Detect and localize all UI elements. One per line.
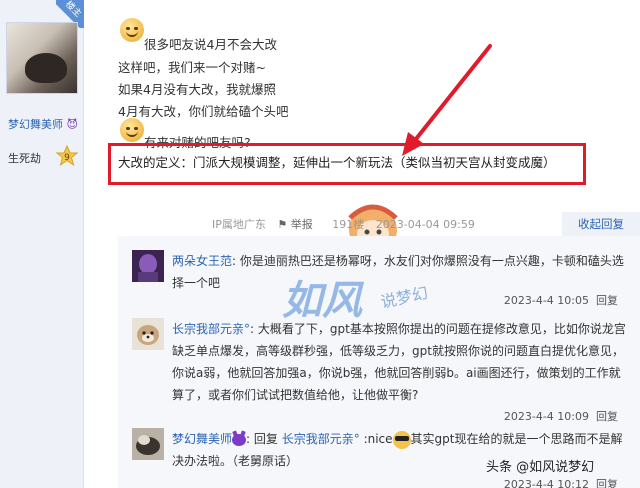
post-datetime: 2023-04-04 09:59 — [375, 218, 475, 231]
reply-meta: 2023-4-4 10:05 回复 — [504, 292, 618, 308]
reply-list: 两朵女王范: 你是迪丽热巴还是杨幂呀，水友们对你爆照没有一点兴趣，卡顿和磕头选择… — [118, 236, 640, 488]
devil-icon — [232, 433, 247, 446]
floor-number: 191楼 — [332, 218, 365, 231]
author-name[interactable]: 梦幻舞美师 — [8, 118, 63, 131]
post-line-3: 如果4月没有大改，我就爆照 — [118, 82, 276, 97]
reply-item: 长宗我部元亲°: 大概看了下，gpt基本按照你提出的问题在提修改意见，比如你说龙… — [132, 318, 632, 428]
reply-text: 你是迪丽热巴还是杨幂呀，水友们对你爆照没有一点兴趣，卡顿和磕头选择一个吧 — [172, 254, 624, 290]
smile-emoji-icon — [120, 18, 144, 42]
reply-author[interactable]: 两朵女王范 — [172, 254, 232, 268]
footer-watermark: 头条 @如风说梦幻 — [486, 460, 595, 475]
reply-button[interactable]: 回复 — [596, 478, 618, 488]
author-avatar[interactable] — [6, 22, 78, 94]
report-label[interactable]: 举报 — [291, 218, 313, 231]
reply-button[interactable]: 回复 — [596, 410, 618, 423]
reply-time: 2023-4-4 10:12 — [503, 478, 589, 488]
reply-avatar[interactable] — [132, 250, 164, 282]
collapse-replies-button[interactable]: 收起回复 — [562, 212, 640, 236]
level-star-icon: 9 — [56, 145, 78, 167]
reply-author[interactable]: 梦幻舞美师 — [172, 432, 232, 446]
author-panel: 楼主 梦幻舞美师 😈 生死劫 9 — [0, 0, 84, 488]
sunglasses-emoji-icon — [392, 430, 411, 449]
report-link[interactable]: ⚑ 举报 — [277, 218, 320, 231]
reply-time: 2023-4-4 10:05 — [503, 294, 589, 307]
reply-time: 2023-4-4 10:09 — [503, 410, 589, 423]
smile-emoji-icon — [120, 118, 144, 142]
reply-word: 回复 — [253, 432, 278, 446]
reply-avatar[interactable] — [132, 428, 164, 460]
post-line-4: 4月有大改，你们就给磕个头吧 — [118, 104, 289, 119]
reply-meta: 2023-4-4 10:12 回复 — [504, 476, 618, 488]
reply-to-user[interactable]: 长宗我部元亲° — [282, 432, 360, 446]
author-name-link[interactable]: 梦幻舞美师 😈 — [8, 116, 78, 132]
reply-author[interactable]: 长宗我部元亲° — [172, 322, 250, 336]
ip-location: IP属地广东 — [212, 218, 266, 231]
reply-button[interactable]: 回复 — [596, 294, 618, 307]
post-line-1: 很多吧友说4月不会大改 — [144, 37, 277, 52]
reply-item: 两朵女王范: 你是迪丽热巴还是杨幂呀，水友们对你爆照没有一点兴趣，卡顿和磕头选择… — [132, 250, 632, 314]
reply-meta: 2023-4-4 10:09 回复 — [504, 408, 618, 424]
red-arrow-icon — [402, 44, 492, 156]
reply-avatar[interactable] — [132, 318, 164, 350]
reply-text-a: :nice — [363, 432, 393, 446]
level-label: 生死劫 — [8, 152, 41, 165]
post-line-2: 这样吧，我们来一个对赌~ — [118, 60, 266, 75]
post-meta: IP属地广东 ⚑ 举报 191楼 2023-04-04 09:59 — [212, 216, 483, 234]
devil-icon: 😈 — [66, 118, 78, 131]
level-number: 9 — [64, 153, 70, 163]
